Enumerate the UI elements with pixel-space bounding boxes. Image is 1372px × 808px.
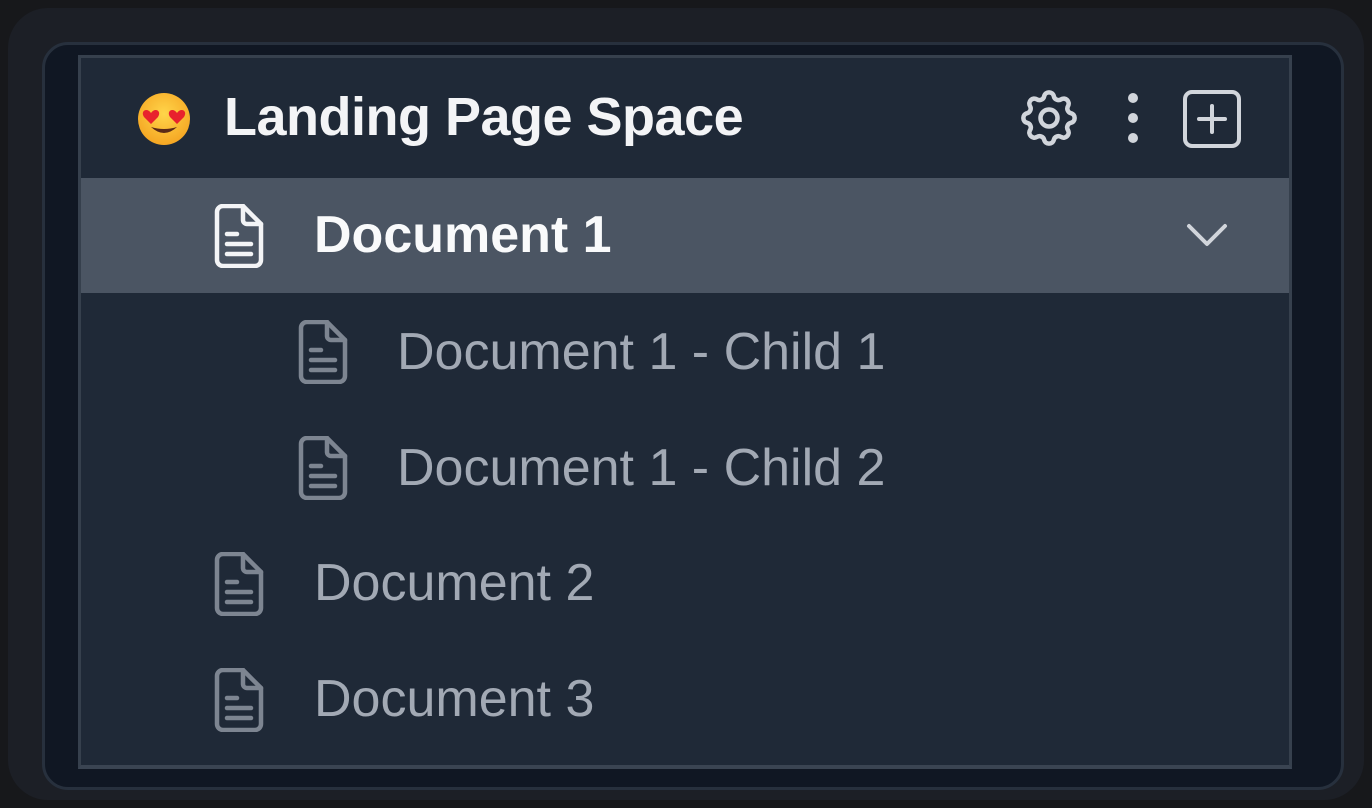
tree-item-label: Document 1 (314, 206, 612, 264)
tree-item-document-1-child-2[interactable]: Document 1 - Child 2 (81, 408, 1289, 523)
tree-item-label: Document 1 - Child 2 (397, 439, 886, 497)
document-icon (298, 436, 348, 500)
tree-item-label: Document 2 (314, 554, 595, 612)
settings-button[interactable] (1015, 84, 1083, 152)
document-icon (214, 552, 264, 616)
more-options-button[interactable] (1111, 84, 1155, 152)
tree-item-document-3[interactable]: Document 3 (81, 640, 1289, 755)
tree-item-document-2[interactable]: Document 2 (81, 524, 1289, 639)
tree-item-document-1-child-1[interactable]: Document 1 - Child 1 (81, 293, 1289, 408)
kebab-menu-icon (1128, 93, 1138, 143)
tree-item-label: Document 1 - Child 1 (397, 323, 886, 381)
space-title: Landing Page Space (224, 87, 744, 147)
tree-item-label: Document 3 (314, 670, 595, 728)
document-icon (214, 668, 264, 732)
sidebar-tree-panel: Landing Page Space Document 1 Document 1… (78, 55, 1292, 769)
chevron-down-icon[interactable] (1183, 216, 1231, 256)
document-icon (298, 320, 348, 384)
space-header: Landing Page Space (81, 58, 1289, 178)
gear-icon (1021, 90, 1077, 146)
plus-square-icon (1183, 90, 1241, 148)
heart-eyes-emoji-icon (138, 93, 190, 145)
add-page-button[interactable] (1181, 88, 1243, 150)
tree-item-document-1[interactable]: Document 1 (81, 178, 1289, 293)
document-icon (214, 204, 264, 268)
